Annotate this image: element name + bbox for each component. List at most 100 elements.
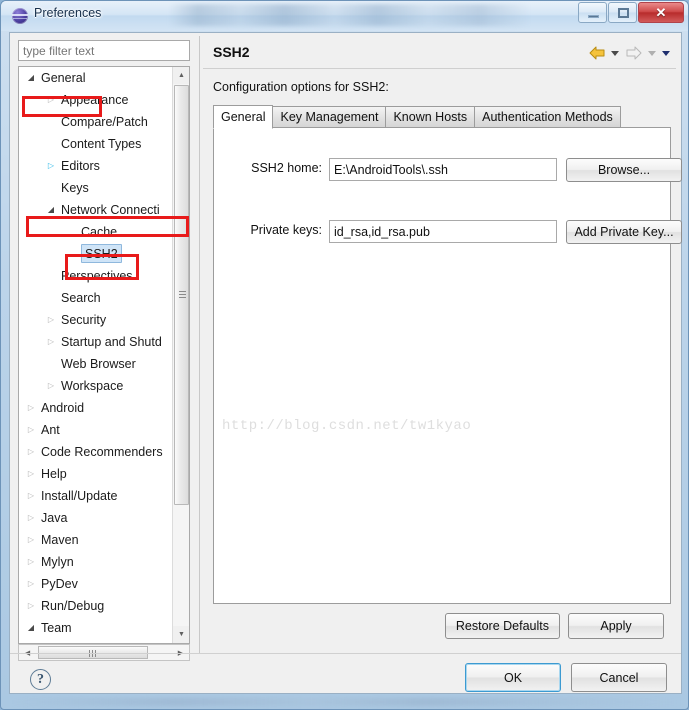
tree-expand-icon[interactable]: ▷ [45,331,57,353]
tree-item-label: Android [41,401,85,415]
minimize-button[interactable] [578,2,607,23]
preferences-tree[interactable]: ◢ General ▷ Appearance Compare/Patch Content … [18,66,190,644]
tree-item-android[interactable]: ▷ Android [19,397,173,419]
tree-item-keys[interactable]: Keys [19,177,173,199]
tree-item-ssh2[interactable]: SSH2 [19,243,173,265]
tree-item-compare-patch[interactable]: Compare/Patch [19,111,173,133]
close-button[interactable]: ✕ [638,2,684,23]
footer-divider [10,653,681,654]
tree-item-maven[interactable]: ▷ Maven [19,529,173,551]
tree-expand-icon[interactable]: ▷ [25,551,37,573]
tree-expand-icon[interactable]: ▷ [25,441,37,463]
tree-item-label: Web Browser [61,357,136,371]
tree-expand-icon[interactable]: ▷ [45,89,57,111]
tree-expand-icon[interactable]: ▷ [25,573,37,595]
tree-item-label: Ant [41,423,60,437]
blurred-background-window [169,4,529,26]
tree-items-container: ◢ General ▷ Appearance Compare/Patch Content … [19,67,173,643]
tab-authentication-methods[interactable]: Authentication Methods [474,106,621,128]
scroll-up-icon[interactable]: ▲ [173,67,189,84]
tree-expand-icon[interactable]: ▷ [45,309,57,331]
tree-collapse-icon[interactable]: ◢ [25,67,37,89]
tree-item-workspace[interactable]: ▷ Workspace [19,375,173,397]
tree-item-ant[interactable]: ▷ Ant [19,419,173,441]
tab-general[interactable]: General [213,105,274,129]
tree-expand-icon[interactable]: ▷ [25,485,37,507]
tree-expand-icon[interactable]: ▷ [25,397,37,419]
tree-item-search[interactable]: Search [19,287,173,309]
tree-item-cvs[interactable]: ▷ CVS [19,639,173,643]
tree-item-label: Appearance [61,93,129,107]
apply-button[interactable]: Apply [568,613,664,639]
tree-expand-icon[interactable]: ▷ [45,375,57,397]
tree-expand-icon[interactable]: ▷ [25,595,37,617]
tree-collapse-icon[interactable]: ◢ [25,617,37,639]
window-controls: ✕ [577,2,684,23]
tree-item-security[interactable]: ▷ Security [19,309,173,331]
add-private-key-button[interactable]: Add Private Key... [566,220,682,244]
back-history-chevron-down-icon[interactable] [611,49,620,58]
tree-item-label: CVS [61,639,87,643]
title-bar[interactable]: Preferences ✕ [1,1,688,31]
tree-item-pydev[interactable]: ▷ PyDev [19,573,173,595]
tree-item-perspectives[interactable]: Perspectives [19,265,173,287]
tab-key-management[interactable]: Key Management [272,106,387,128]
tree-expand-icon[interactable]: ▷ [45,639,57,643]
tree-item-team[interactable]: ◢ Team [19,617,173,639]
tree-item-help[interactable]: ▷ Help [19,463,173,485]
tree-item-startup-and-shutd[interactable]: ▷ Startup and Shutd [19,331,173,353]
tab-known-hosts[interactable]: Known Hosts [385,106,476,128]
tree-item-label: Mylyn [41,555,74,569]
tree-collapse-icon[interactable]: ◢ [45,199,57,221]
tree-item-cache[interactable]: Cache [19,221,173,243]
tree-item-label: Search [61,291,101,305]
tree-item-label: Java [41,511,68,525]
tree-item-install-update[interactable]: ▷ Install/Update [19,485,173,507]
scrollbar-grip-icon [179,291,186,299]
tree-item-general[interactable]: ◢ General [19,67,173,89]
scroll-down-icon[interactable]: ▼ [173,626,189,643]
tab-label: Key Management [280,110,379,124]
preferences-tree-panel: ◢ General ▷ Appearance Compare/Patch Content … [15,38,193,661]
tree-item-label: Workspace [61,379,124,393]
tree-expand-icon[interactable]: ▷ [25,463,37,485]
tree-item-label: Content Types [61,137,142,151]
tree-vertical-scrollbar[interactable]: ▲ ▼ [172,67,189,643]
ssh2-tab-folder: General Key Management Known Hosts Authenti… [213,104,682,604]
cancel-button[interactable]: Cancel [571,663,667,692]
page-description: Configuration options for SSH2: [213,80,389,94]
tree-item-content-types[interactable]: Content Types [19,133,173,155]
tree-item-code-recommenders[interactable]: ▷ Code Recommenders [19,441,173,463]
ok-button[interactable]: OK [465,663,561,692]
vertical-scrollbar-thumb[interactable] [174,85,189,505]
forward-arrow-icon [626,46,642,60]
view-menu-chevron-down-icon[interactable] [662,49,671,58]
watermark-text: http://blog.csdn.net/tw1kyao [222,418,472,434]
tree-item-appearance[interactable]: ▷ Appearance [19,89,173,111]
private-keys-input[interactable] [329,220,557,243]
back-arrow-icon[interactable] [588,45,606,61]
tree-item-java[interactable]: ▷ Java [19,507,173,529]
ssh2-home-input[interactable] [329,158,557,181]
forward-history-chevron-down-icon [648,49,657,58]
tree-item-editors[interactable]: ▷ Editors [19,155,173,177]
maximize-button[interactable] [608,2,637,23]
field-label: Private keys: [250,223,322,237]
tab-strip: General Key Management Known Hosts Authenti… [213,104,621,129]
filter-input[interactable] [18,40,190,61]
page-title: SSH2 [213,44,250,60]
tab-label: Known Hosts [393,110,468,124]
tree-expand-icon[interactable]: ▷ [25,529,37,551]
tree-item-mylyn[interactable]: ▷ Mylyn [19,551,173,573]
restore-defaults-button[interactable]: Restore Defaults [444,613,560,639]
tree-expand-icon[interactable]: ▷ [25,507,37,529]
help-icon[interactable]: ? [30,669,51,690]
tree-expand-icon[interactable]: ▷ [25,419,37,441]
tree-expand-icon[interactable]: ▷ [45,155,57,177]
tree-item-run-debug[interactable]: ▷ Run/Debug [19,595,173,617]
browse-button[interactable]: Browse... [566,158,682,182]
tree-item-label: Install/Update [41,489,118,503]
tree-item-label: Editors [61,159,100,173]
tree-item-network-connecti[interactable]: ◢ Network Connecti [19,199,173,221]
tree-item-web-browser[interactable]: Web Browser [19,353,173,375]
